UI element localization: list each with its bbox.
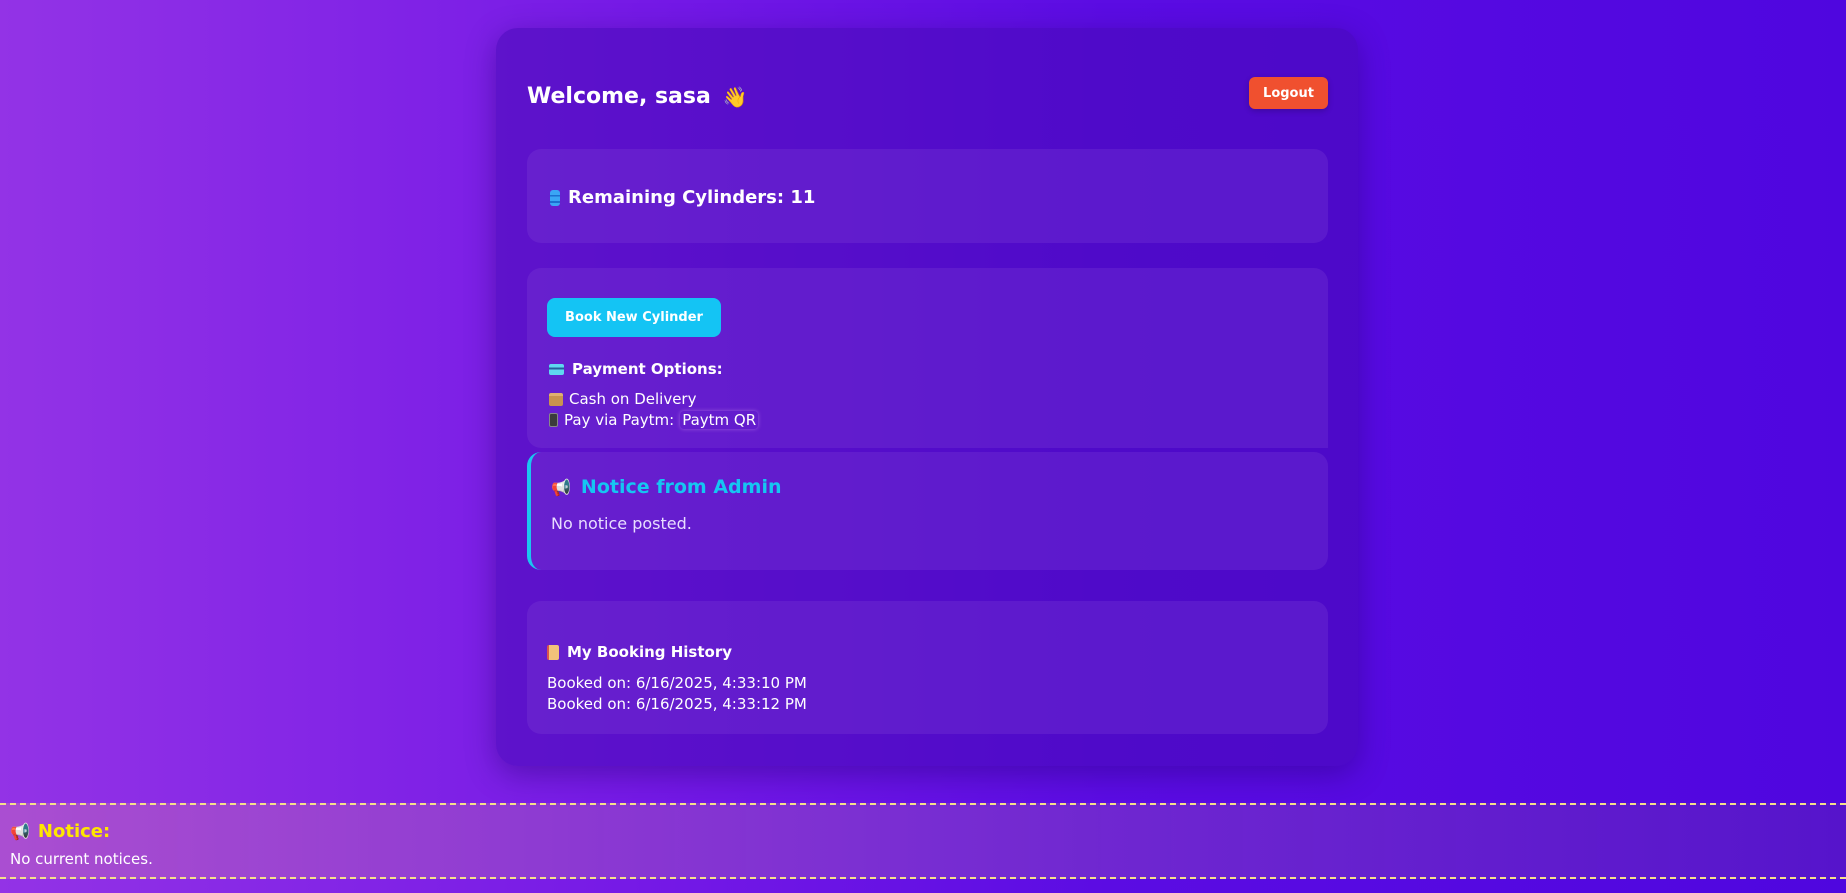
remaining-panel: Remaining Cylinders: 11 — [527, 149, 1328, 243]
admin-notice-title-text: Notice from Admin — [580, 476, 782, 498]
phone-icon — [549, 413, 558, 427]
booking-history-panel: My Booking History Booked on: 6/16/2025,… — [527, 601, 1328, 734]
paytm-prefix: Pay via Paytm: — [564, 411, 675, 429]
admin-notice-title: 📢 Notice from Admin — [551, 476, 781, 498]
book-cylinder-button[interactable]: Book New Cylinder — [547, 298, 721, 337]
booking-panel: Book New Cylinder Payment Options: Cash … — [527, 268, 1328, 448]
payment-title-text: Payment Options: — [572, 360, 723, 378]
scroll-icon — [547, 644, 559, 660]
cylinder-icon — [550, 189, 560, 206]
history-row: Booked on: 6/16/2025, 4:33:12 PM — [547, 695, 807, 713]
payment-options-title: Payment Options: — [549, 360, 723, 378]
dashboard-card: Welcome, sasa 👋 Logout Remaining Cylinde… — [496, 28, 1358, 766]
megaphone-icon: 📢 — [551, 477, 571, 497]
history-row: Booked on: 6/16/2025, 4:33:10 PM — [547, 674, 807, 692]
welcome-heading: Welcome, sasa 👋 — [527, 84, 748, 109]
wave-icon: 👋 — [722, 84, 748, 109]
history-title-text: My Booking History — [567, 643, 732, 661]
admin-notice-text: No notice posted. — [551, 514, 692, 533]
cod-text: Cash on Delivery — [569, 390, 697, 408]
paytm-qr-link[interactable]: Paytm QR — [680, 411, 758, 429]
welcome-text: Welcome, sasa — [527, 84, 711, 109]
logout-button[interactable]: Logout — [1249, 77, 1328, 109]
payment-option-cod: Cash on Delivery — [549, 390, 696, 408]
remaining-cylinders: Remaining Cylinders: 11 — [550, 187, 815, 208]
footer-notice-banner: 📢 Notice: No current notices. — [0, 803, 1846, 879]
booking-history-title: My Booking History — [547, 643, 732, 661]
megaphone-icon: 📢 — [10, 822, 30, 841]
package-icon — [549, 392, 563, 406]
footer-notice-title: 📢 Notice: — [10, 821, 110, 842]
footer-notice-title-text: Notice: — [37, 821, 111, 842]
footer-notice-text: No current notices. — [10, 850, 153, 868]
credit-card-icon — [549, 363, 564, 375]
admin-notice-panel: 📢 Notice from Admin No notice posted. — [527, 452, 1328, 570]
remaining-text: Remaining Cylinders: 11 — [568, 187, 816, 208]
payment-option-paytm: Pay via Paytm: Paytm QR — [549, 411, 758, 429]
